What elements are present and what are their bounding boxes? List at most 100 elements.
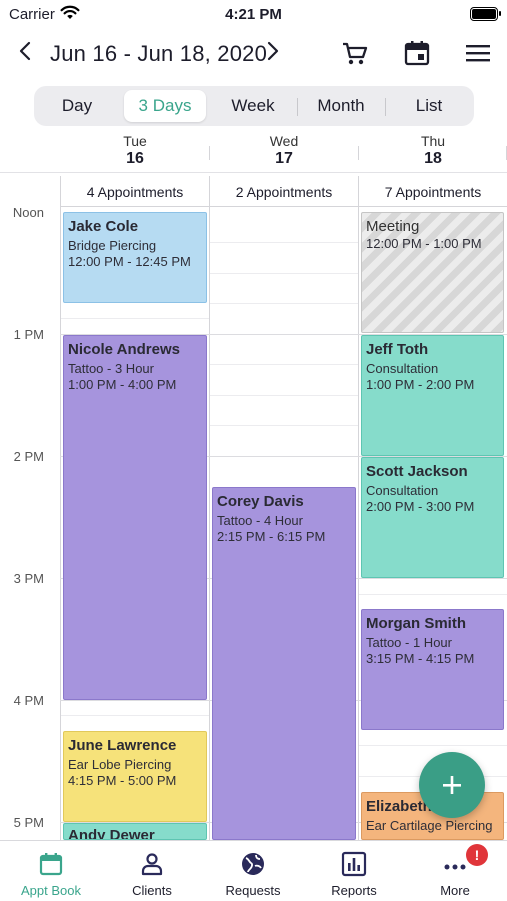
tab-reports[interactable]: Reports	[304, 841, 404, 901]
appointment-jeff-toth[interactable]: Jeff Toth Consultation 1:00 PM - 2:00 PM	[361, 335, 504, 456]
view-option-month[interactable]: Month	[302, 90, 380, 122]
appointment-service: Ear Lobe Piercing	[68, 757, 172, 772]
tab-label: Clients	[132, 883, 172, 898]
slot-line	[210, 364, 358, 365]
time-label: 1 PM	[13, 327, 44, 342]
appointment-jake-cole[interactable]: Jake Cole Bridge Piercing 12:00 PM - 12:…	[63, 212, 207, 303]
appointment-count: 7 Appointments	[384, 184, 482, 200]
tab-label: Appt Book	[21, 883, 81, 898]
cart-icon[interactable]	[340, 38, 370, 68]
appointment-time: 3:15 PM - 4:15 PM	[366, 651, 475, 666]
appointment-nicole-andrews[interactable]: Nicole Andrews Tattoo - 3 Hour 1:00 PM -…	[63, 335, 207, 700]
appointment-service: Tattoo - 4 Hour	[217, 513, 303, 528]
appointment-service: Consultation	[366, 361, 439, 376]
appointment-service: Bridge Piercing	[68, 238, 157, 253]
appointment-client: Corey Davis	[217, 493, 304, 510]
globe-icon	[242, 853, 264, 875]
appointment-time: 2:00 PM - 3:00 PM	[366, 499, 475, 514]
view-option-day[interactable]: Day	[38, 90, 116, 122]
tab-bar: Appt Book Clients Requests Reports More	[0, 840, 507, 901]
view-option-week[interactable]: Week	[214, 90, 292, 122]
appointment-client: Jeff Toth	[366, 341, 429, 358]
time-label: 4 PM	[13, 693, 44, 708]
grid-column-line	[60, 176, 61, 840]
time-label: Noon	[12, 205, 44, 220]
slot-line	[210, 425, 358, 426]
appointment-time: 1:00 PM - 4:00 PM	[68, 377, 177, 392]
day-name: Wed	[269, 133, 299, 149]
appointment-count: 4 Appointments	[86, 184, 184, 200]
view-option-3-days[interactable]: 3 Days	[124, 90, 206, 122]
tab-label: More	[440, 883, 470, 898]
more-icon	[444, 864, 466, 870]
menu-icon[interactable]	[463, 38, 493, 68]
day-date: 16	[126, 150, 144, 167]
slot-line	[61, 715, 209, 716]
time-label: 3 PM	[13, 571, 44, 586]
appointment-client: June Lawrence	[68, 737, 177, 754]
appointment-andy-dewer[interactable]: Andy Dewer	[63, 823, 207, 840]
day-name: Tue	[123, 133, 147, 149]
appointment-client: Morgan Smith	[366, 615, 466, 632]
tab-label: Reports	[331, 883, 377, 898]
appointment-june-lawrence[interactable]: June Lawrence Ear Lobe Piercing 4:15 PM …	[63, 731, 207, 822]
day-date: 17	[275, 150, 293, 167]
calendar-icon[interactable]	[402, 38, 432, 68]
appointment-time: 12:00 PM - 1:00 PM	[366, 236, 482, 251]
chevron-right-icon[interactable]	[260, 38, 286, 64]
plus-icon	[443, 776, 461, 794]
appointment-service: Tattoo - 1 Hour	[366, 635, 452, 650]
appointment-meeting[interactable]: Meeting 12:00 PM - 1:00 PM	[361, 212, 504, 333]
segment-divider	[385, 98, 386, 116]
time-label: 5 PM	[13, 815, 44, 830]
add-appointment-button[interactable]	[419, 752, 485, 818]
slot-line	[210, 303, 358, 304]
tab-clients[interactable]: Clients	[102, 841, 202, 901]
tab-requests[interactable]: Requests	[203, 841, 303, 901]
segment-divider	[297, 98, 298, 116]
day-divider	[209, 146, 210, 160]
appointment-client: Scott Jackson	[366, 463, 468, 480]
slot-line	[61, 318, 209, 319]
tab-label: Requests	[225, 883, 281, 898]
appointment-client: Meeting	[366, 218, 420, 235]
day-name: Thu	[420, 133, 446, 149]
divider	[0, 172, 507, 173]
appointment-time: 1:00 PM - 2:00 PM	[366, 377, 475, 392]
grid-column-line	[209, 176, 210, 840]
appointment-morgan-smith[interactable]: Morgan Smith Tattoo - 1 Hour 3:15 PM - 4…	[361, 609, 504, 730]
person-icon	[141, 853, 163, 876]
calendar-icon	[39, 853, 63, 876]
appointment-service: Tattoo - 3 Hour	[68, 361, 154, 376]
day-header-wed[interactable]: Wed 17	[210, 133, 358, 168]
day-header-tue[interactable]: Tue 16	[61, 133, 209, 168]
appointment-corey-davis[interactable]: Corey Davis Tattoo - 4 Hour 2:15 PM - 6:…	[212, 487, 356, 840]
view-switcher: Day 3 Days Week Month List	[34, 86, 474, 126]
slot-line	[359, 745, 507, 746]
slot-line	[210, 273, 358, 274]
status-bar: Carrier 4:21 PM	[0, 0, 507, 30]
date-range-title[interactable]: Jun 16 - Jun 18, 2020	[50, 41, 267, 67]
slot-line	[210, 242, 358, 243]
appointment-service: Consultation	[366, 483, 439, 498]
bar-chart-icon	[341, 851, 367, 877]
day-header-thu[interactable]: Thu 18	[359, 133, 507, 168]
tab-appt-book[interactable]: Appt Book	[1, 841, 101, 901]
battery-icon	[470, 7, 501, 21]
divider	[60, 206, 507, 207]
appointment-time: 4:15 PM - 5:00 PM	[68, 773, 177, 788]
appointment-count: 2 Appointments	[235, 184, 333, 200]
chevron-left-icon[interactable]	[12, 38, 38, 64]
day-date: 18	[424, 150, 442, 167]
time-label: 2 PM	[13, 449, 44, 464]
view-option-list[interactable]: List	[390, 90, 468, 122]
appointment-scott-jackson[interactable]: Scott Jackson Consultation 2:00 PM - 3:0…	[361, 457, 504, 578]
notification-badge: !	[466, 844, 488, 866]
status-time: 4:21 PM	[225, 6, 282, 23]
tab-more[interactable]: More	[405, 841, 505, 901]
appointment-service: Ear Cartilage Piercing	[366, 818, 493, 833]
day-divider	[358, 146, 359, 160]
appointment-client: Jake Cole	[68, 218, 139, 235]
calendar-header: Jun 16 - Jun 18, 2020	[0, 30, 507, 76]
grid-column-line	[358, 176, 359, 840]
